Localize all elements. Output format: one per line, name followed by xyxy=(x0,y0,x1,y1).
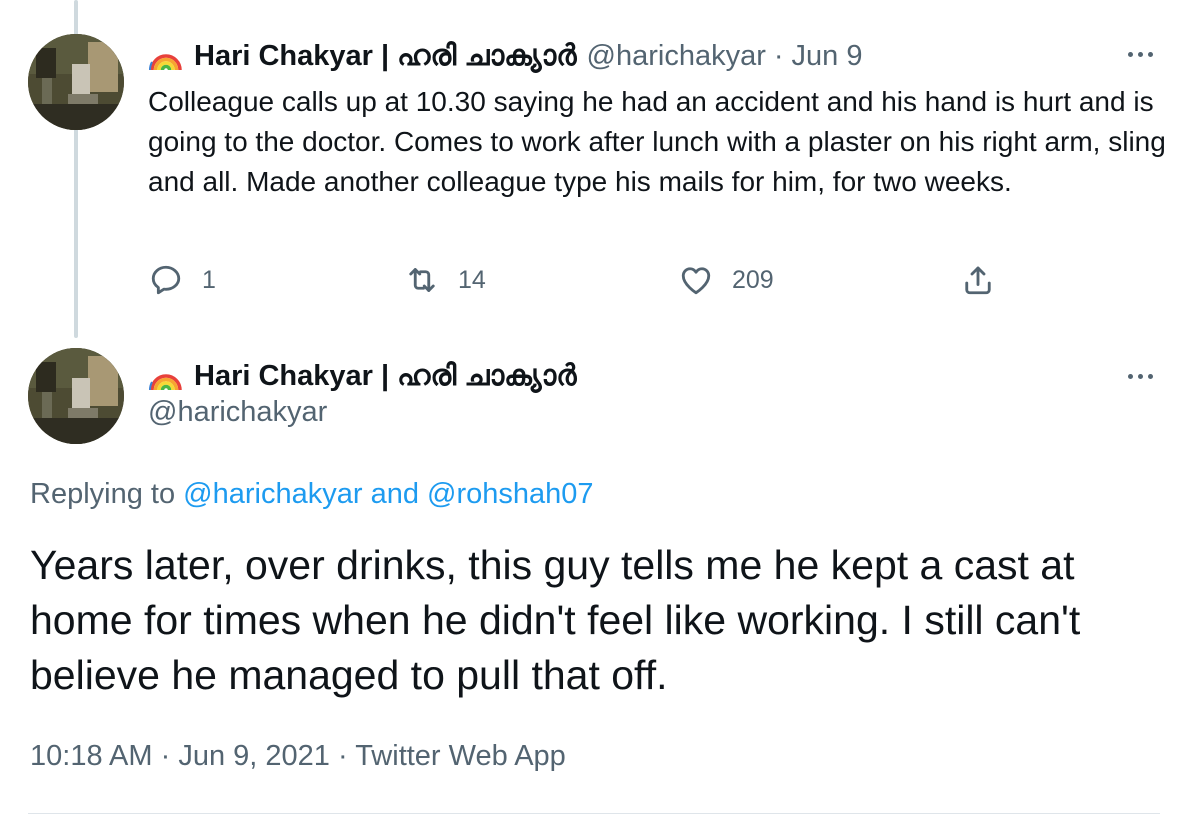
rainbow-emoji-icon xyxy=(148,374,182,391)
avatar[interactable] xyxy=(28,34,124,130)
avatar[interactable] xyxy=(28,348,124,444)
user-handle[interactable]: @harichakyar xyxy=(148,396,327,429)
tweet-metadata: 10:18 AM · Jun 9, 2021 · Twitter Web App xyxy=(30,740,566,773)
separator-dot: · xyxy=(160,740,171,772)
more-horizontal-icon xyxy=(1127,373,1133,379)
retweet-count: 14 xyxy=(458,265,486,294)
divider xyxy=(28,813,1160,814)
retweet-icon xyxy=(409,268,435,292)
mention-link[interactable]: @harichakyar xyxy=(183,478,362,510)
more-horizontal-icon xyxy=(1127,51,1133,57)
share-button[interactable] xyxy=(960,262,996,298)
separator-dot: · xyxy=(337,740,348,772)
tweet-text: Years later, over drinks, this guy tells… xyxy=(30,542,1081,698)
replying-to-label: Replying to xyxy=(30,478,176,510)
mention-link[interactable]: @rohshah07 xyxy=(427,478,594,510)
share-icon xyxy=(965,266,991,295)
reply-count: 1 xyxy=(202,265,216,294)
replying-and[interactable]: and xyxy=(371,478,419,510)
tweet-header: Hari Chakyar | ഹരി ചാക്യാർ @harichakyar … xyxy=(148,38,863,74)
tweet-source[interactable]: Twitter Web App xyxy=(355,740,566,772)
tweet-date[interactable]: Jun 9, 2021 xyxy=(178,740,330,772)
tweet-text: Colleague calls up at 10.30 saying he ha… xyxy=(148,86,1166,197)
like-button[interactable]: 209 xyxy=(678,262,774,298)
display-name[interactable]: Hari Chakyar | ഹരി ചാക്യാർ xyxy=(194,38,577,74)
tweet-time[interactable]: 10:18 AM xyxy=(30,740,153,772)
retweet-button[interactable]: 14 xyxy=(404,262,486,298)
heart-icon xyxy=(681,267,711,295)
reply-button[interactable]: 1 xyxy=(148,262,216,298)
user-handle[interactable]: @harichakyar xyxy=(587,38,766,74)
like-count: 209 xyxy=(732,265,774,294)
display-name[interactable]: Hari Chakyar | ഹരി ചാക്യാർ xyxy=(194,358,577,394)
tweet-date[interactable]: Jun 9 xyxy=(792,38,863,74)
rainbow-emoji-icon xyxy=(148,54,182,71)
tweet-thread: Hari Chakyar | ഹരി ചാക്യാർ @harichakyar … xyxy=(0,0,1184,820)
more-options-button[interactable] xyxy=(1120,366,1160,386)
reply-icon xyxy=(151,265,181,295)
separator-dot: · xyxy=(773,40,784,72)
replying-to: Replying to @harichakyar and @rohshah07 xyxy=(30,478,594,511)
tweet-header: Hari Chakyar | ഹരി ചാക്യാർ xyxy=(148,358,577,394)
more-options-button[interactable] xyxy=(1120,44,1160,64)
